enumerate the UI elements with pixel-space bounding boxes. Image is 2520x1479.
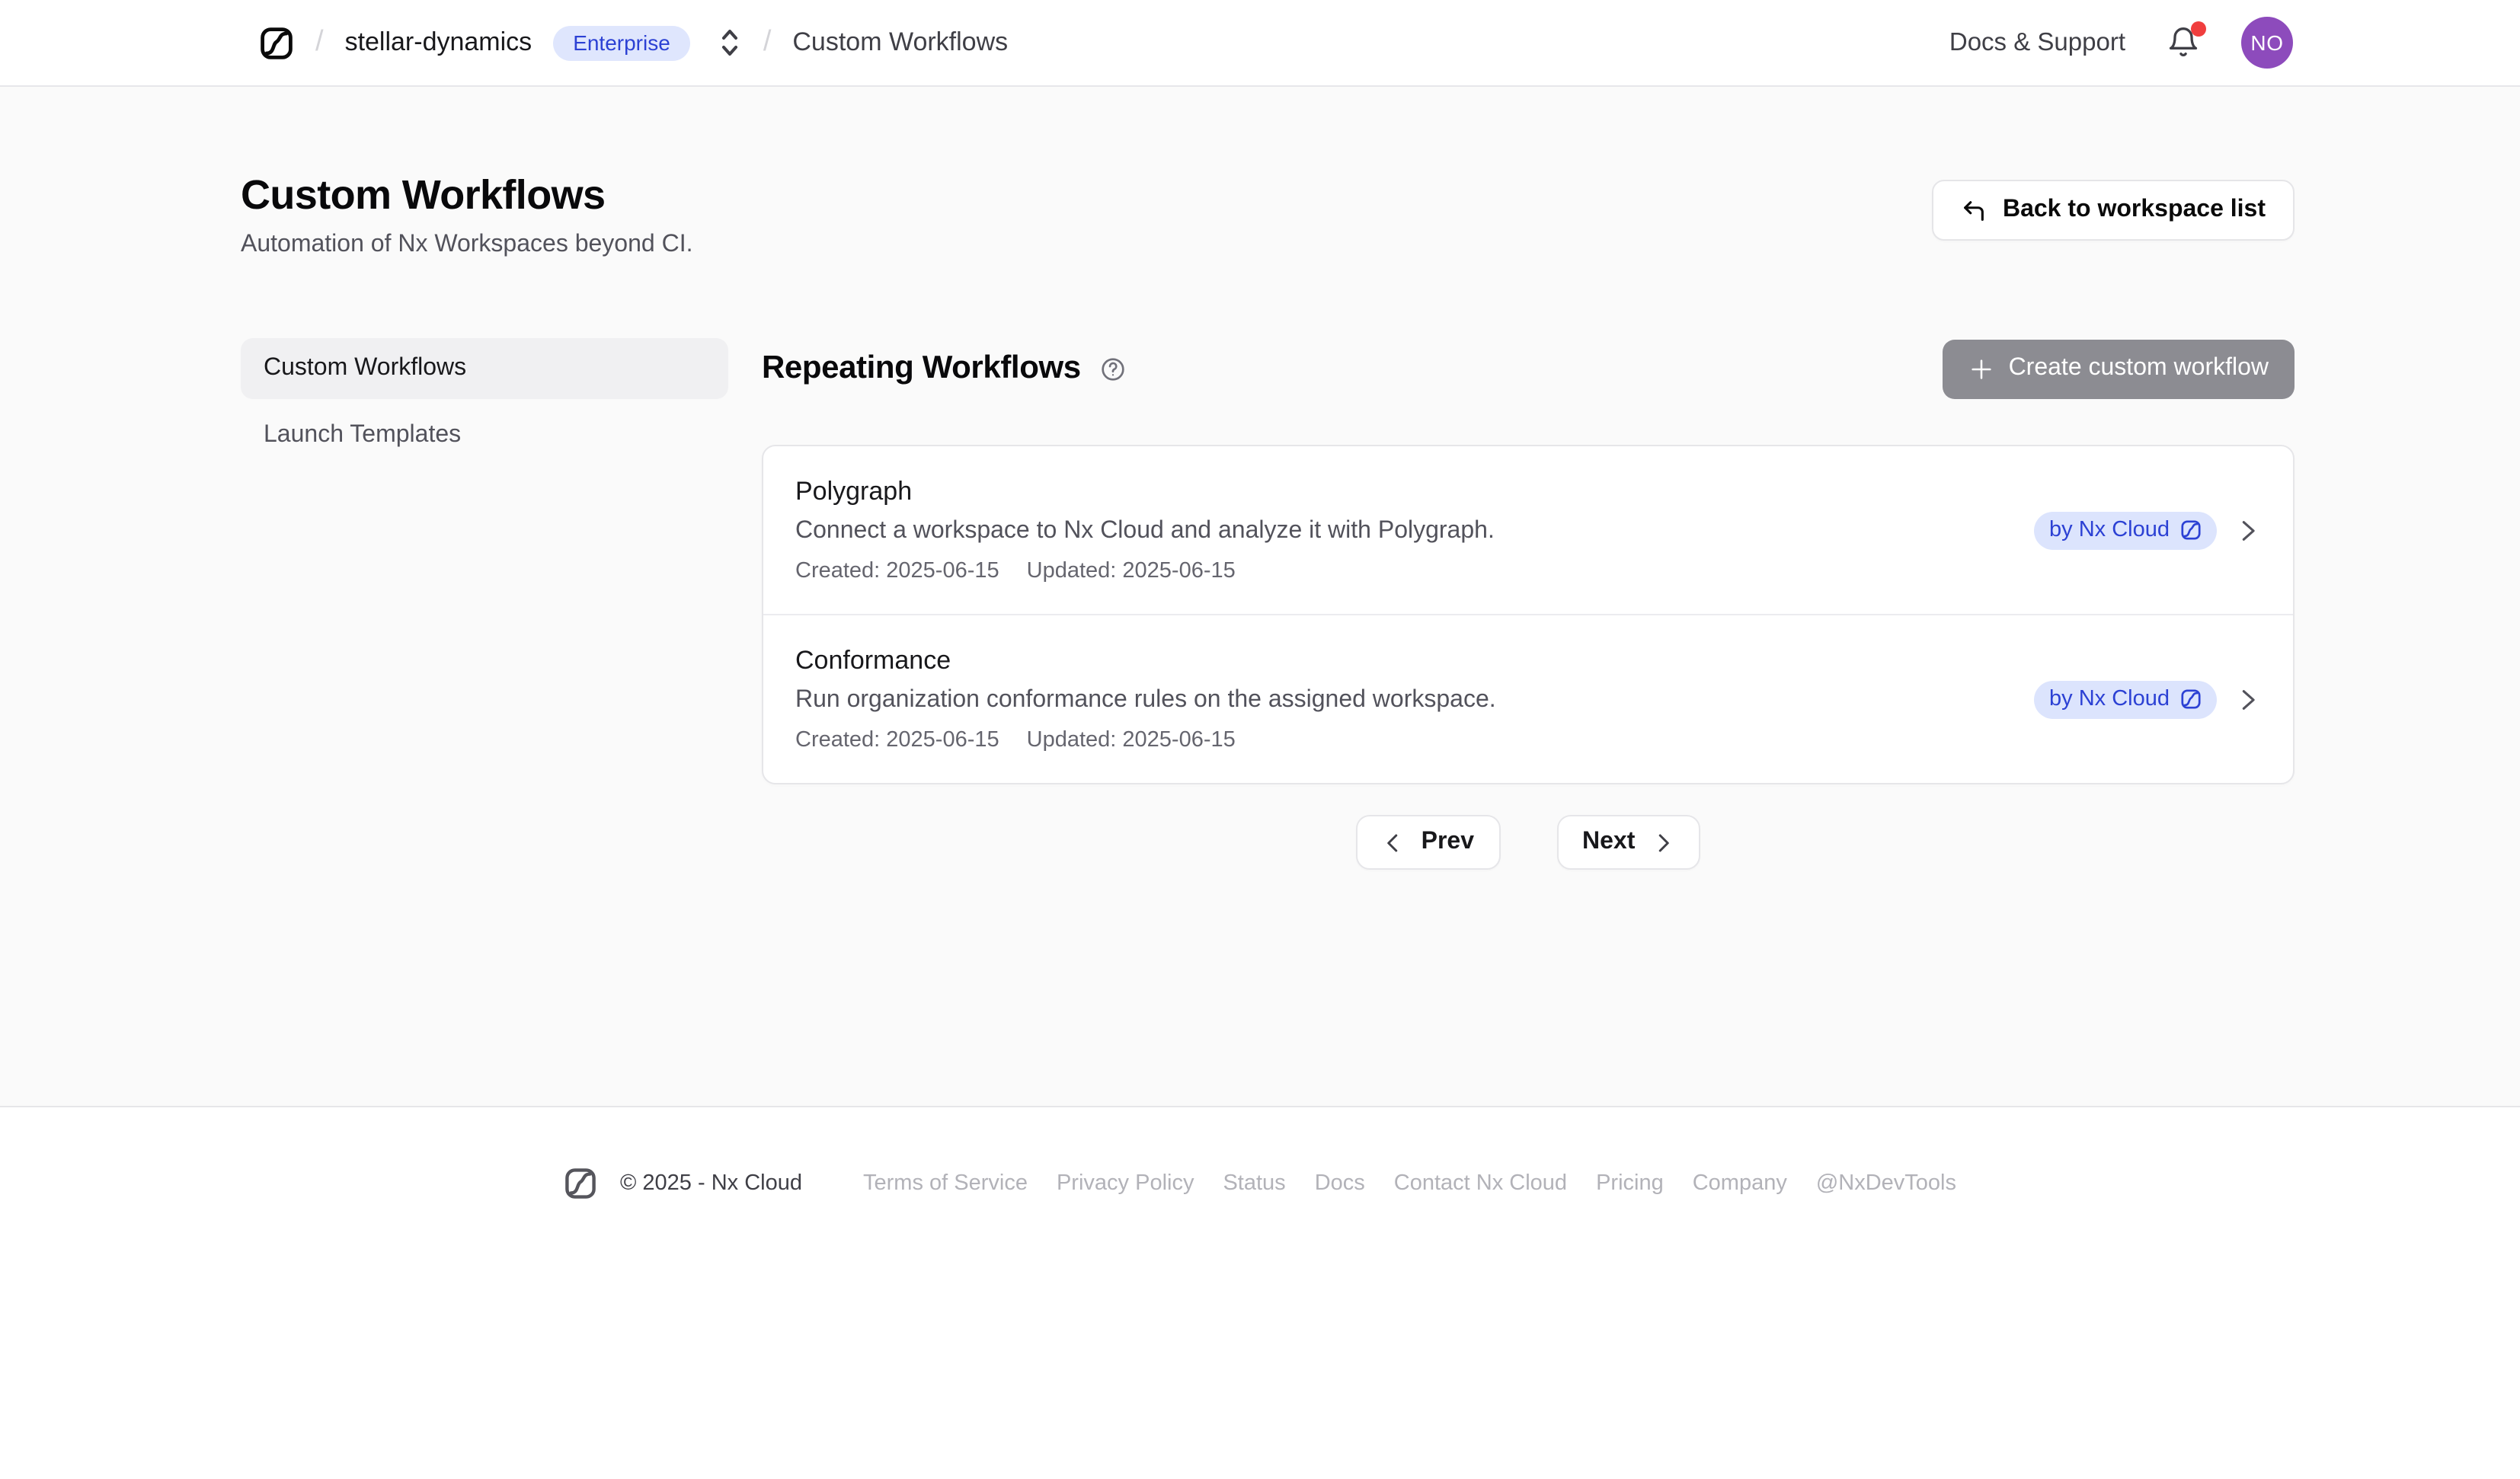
notification-dot (2191, 21, 2206, 37)
workflows-list-card: Polygraph Connect a workspace to Nx Clou… (762, 445, 2295, 784)
prev-button-label: Prev (1421, 829, 1474, 856)
workspace-name[interactable]: stellar-dynamics (345, 27, 532, 58)
by-nx-cloud-badge[interactable]: by Nx Cloud (2034, 680, 2217, 718)
page-title: Custom Workflows (241, 171, 692, 219)
chevron-right-icon (2235, 686, 2261, 712)
breadcrumb: / stellar-dynamics Enterprise / Custom W… (259, 25, 1008, 60)
workflow-info: Conformance Run organization conformance… (795, 646, 1496, 752)
page-header: Custom Workflows Automation of Nx Worksp… (0, 87, 2520, 259)
workflow-updated-date: Updated: 2025-06-15 (1027, 559, 1236, 583)
top-bar: / stellar-dynamics Enterprise / Custom W… (0, 0, 2520, 87)
nx-cloud-footer-logo-icon (564, 1167, 597, 1200)
settings-sidebar: Custom Workflows Launch Templates (241, 338, 728, 466)
page-footer: © 2025 - Nx Cloud Terms of Service Priva… (0, 1106, 2520, 1479)
footer-links: Terms of Service Privacy Policy Status D… (863, 1171, 1956, 1196)
workflow-row-actions: by Nx Cloud (2034, 680, 2261, 718)
badge-label: by Nx Cloud (2049, 687, 2170, 711)
badge-label: by Nx Cloud (2049, 518, 2170, 542)
copyright-text: © 2025 - Nx Cloud (620, 1171, 802, 1196)
chevron-right-icon (1652, 831, 1674, 854)
content-area: Custom Workflows Launch Templates Repeat… (0, 338, 2520, 870)
workflow-created-date: Created: 2025-06-15 (795, 559, 999, 583)
workflow-row-actions: by Nx Cloud (2034, 511, 2261, 549)
chevron-right-icon (2235, 517, 2261, 543)
breadcrumb-separator: / (763, 26, 772, 59)
footer-link-status[interactable]: Status (1223, 1171, 1285, 1196)
next-button-label: Next (1582, 829, 1635, 856)
nx-cloud-badge-icon (2180, 688, 2202, 710)
top-bar-actions: Docs & Support NO (1949, 17, 2293, 69)
prev-page-button[interactable]: Prev (1356, 815, 1500, 870)
return-arrow-icon (1962, 197, 1988, 223)
app-viewport: / stellar-dynamics Enterprise / Custom W… (0, 0, 2520, 1479)
user-avatar[interactable]: NO (2241, 17, 2293, 69)
chevron-left-icon (1382, 831, 1405, 854)
workflow-meta: Created: 2025-06-15 Updated: 2025-06-15 (795, 728, 1496, 752)
nx-cloud-logo-icon[interactable] (259, 25, 294, 60)
breadcrumb-current-page: Custom Workflows (792, 27, 1008, 58)
main-content: Custom Workflows Automation of Nx Worksp… (0, 87, 2520, 1106)
workflow-updated-date: Updated: 2025-06-15 (1027, 728, 1236, 752)
help-icon[interactable] (1101, 356, 1127, 382)
workflow-description: Run organization conformance rules on th… (795, 687, 1496, 714)
workflow-description: Connect a workspace to Nx Cloud and anal… (795, 518, 1495, 545)
section-header: Repeating Workflows Create c (762, 338, 2295, 399)
back-button-label: Back to workspace list (2003, 196, 2266, 224)
footer-link-nxdevtools[interactable]: @NxDevTools (1816, 1171, 1956, 1196)
page-title-block: Custom Workflows Automation of Nx Worksp… (241, 171, 692, 259)
section-title: Repeating Workflows (762, 350, 1081, 387)
workflow-name: Polygraph (795, 477, 1495, 507)
create-custom-workflow-button[interactable]: Create custom workflow (1943, 339, 2295, 398)
footer-link-pricing[interactable]: Pricing (1596, 1171, 1664, 1196)
plus-icon (1969, 356, 1995, 382)
docs-support-link[interactable]: Docs & Support (1949, 28, 2125, 57)
footer-content: © 2025 - Nx Cloud Terms of Service Priva… (0, 1167, 2520, 1200)
footer-link-company[interactable]: Company (1693, 1171, 1787, 1196)
footer-link-docs[interactable]: Docs (1315, 1171, 1365, 1196)
footer-link-privacy[interactable]: Privacy Policy (1057, 1171, 1194, 1196)
workflow-row-polygraph[interactable]: Polygraph Connect a workspace to Nx Clou… (763, 446, 2293, 614)
workflow-name: Conformance (795, 646, 1496, 676)
plan-badge: Enterprise (553, 25, 690, 60)
sidebar-item-launch-templates[interactable]: Launch Templates (241, 405, 728, 466)
workspace-switcher-icon[interactable] (718, 26, 742, 59)
back-to-workspace-list-button[interactable]: Back to workspace list (1933, 180, 2295, 241)
footer-link-contact[interactable]: Contact Nx Cloud (1394, 1171, 1567, 1196)
nx-cloud-badge-icon (2180, 519, 2202, 541)
workflow-meta: Created: 2025-06-15 Updated: 2025-06-15 (795, 559, 1495, 583)
workflow-created-date: Created: 2025-06-15 (795, 728, 999, 752)
workflows-section: Repeating Workflows Create c (762, 338, 2295, 870)
notifications-button[interactable] (2167, 26, 2200, 59)
page-subtitle: Automation of Nx Workspaces beyond CI. (241, 232, 692, 259)
sidebar-item-custom-workflows[interactable]: Custom Workflows (241, 338, 728, 399)
pagination: Prev Next (762, 815, 2295, 870)
workflow-row-conformance[interactable]: Conformance Run organization conformance… (763, 614, 2293, 783)
breadcrumb-separator: / (315, 26, 324, 59)
create-button-label: Create custom workflow (2009, 355, 2269, 382)
next-page-button[interactable]: Next (1556, 815, 1700, 870)
footer-link-terms[interactable]: Terms of Service (863, 1171, 1028, 1196)
workflow-info: Polygraph Connect a workspace to Nx Clou… (795, 477, 1495, 583)
by-nx-cloud-badge[interactable]: by Nx Cloud (2034, 511, 2217, 549)
